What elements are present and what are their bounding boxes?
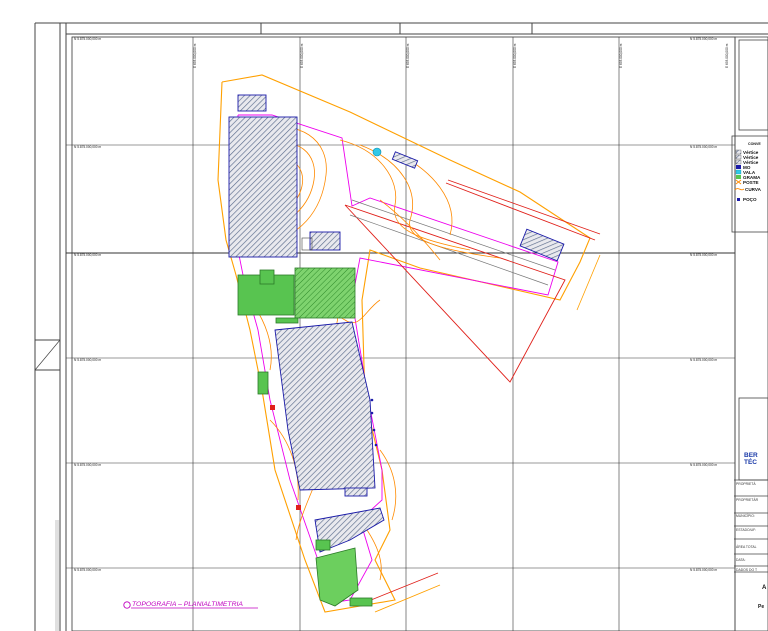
grid-label-left-4: N 5.875.000,000 m [74,463,101,467]
building-small-top [237,94,267,112]
legend: CONVE Vértice Vértice Vértice MO VALA GR… [734,142,762,202]
grid-label-col-6: E 693.000,000 m [725,43,729,68]
pole-symbol-3 [374,443,378,447]
building-left-large [228,116,298,258]
field-municipio: MUNICÍPIO: [736,514,755,518]
sheet-frame [34,22,768,631]
legend-heading: CONVE [748,142,761,146]
legend-swatch-vertice-1 [735,149,742,155]
title-block-heading-1: BER [744,452,758,459]
field-data: DATA: [736,558,746,562]
grass-bottom-3 [349,597,373,607]
map-frame [71,36,736,631]
grid-label-top-right: N 5.875.000,000 m [690,37,717,41]
grid-label-left-1: N 5.875.000,000 m [74,145,101,149]
pole-symbol-1 [370,411,374,415]
building-strip [391,151,419,169]
title-block-heading-2: TÉC [744,457,757,466]
drawing-title-group: TOPOGRAFIA – PLANIALTIMETRIA [123,601,258,609]
grid-label-right-2: N 5.875.000,000 m [690,253,717,257]
grid-labels: N 5.875.000,000 m N 5.875.000,000 m N 5.… [74,37,729,572]
legend-swatch-vala [735,169,742,175]
coordinate-grid [66,37,735,631]
grid-label-left-3: N 5.875.000,000 m [74,358,101,362]
grid-label-col-4: E 693.000,000 m [513,43,517,68]
building-notch [309,231,341,251]
grass-main [294,267,356,319]
building-lower-small [344,487,368,497]
sheet-letter: A [762,585,767,591]
legend-label-poste: POSTE [743,180,759,185]
grid-label-top-left: N 5.875.000,000 m [74,37,101,41]
legend-swatch-grama [736,175,741,179]
grid-label-left-5: N 5.875.000,000 m [74,568,101,572]
legend-poste-icon [735,179,742,185]
field-dados: DADOS DO T [736,568,757,572]
field-area-total: ÁREA TOTAL [736,545,757,549]
grid-label-col-2: E 693.000,000 m [300,43,304,68]
grid-label-right-1: N 5.875.000,000 m [690,145,717,149]
pole-symbol-2 [372,428,376,432]
grid-label-col-5: E 693.000,000 m [619,43,623,68]
grid-label-right-5: N 5.875.000,000 m [690,568,717,572]
legend-label-poco: POÇO [743,197,757,202]
pole-symbol-4 [370,398,374,402]
title-marker-icon [123,601,131,609]
water-well-symbol [372,147,382,157]
field-estado: ESTADO/UF: [736,528,756,532]
grid-label-right-4: N 5.875.000,000 m [690,463,717,467]
grass-strip-2 [257,371,269,395]
grass-small [259,269,275,285]
legend-swatch-mo [736,165,741,169]
legend-label-curva: CURVA [745,187,762,192]
legend-swatch-vertice-2 [735,154,742,160]
sheet-label: Pe [758,604,764,610]
binding-strip [55,520,59,631]
grass-bottom-2 [315,539,331,551]
legend-poco-icon [737,198,740,201]
legend-swatch-vertice-3 [735,159,742,165]
field-proprietario-1: PROPRIETÁ [736,482,756,486]
title-block: BER TÉC PROPRIETÁ PROPRIETÁR MUNICÍPIO: … [736,452,767,610]
grass-strip-1 [275,317,299,324]
grid-label-col-3: E 693.000,000 m [406,43,410,68]
marker-red-1 [270,405,275,410]
grid-label-col-1: E 693.000,000 m [193,43,197,68]
drawing-title: TOPOGRAFIA – PLANIALTIMETRIA [132,601,243,608]
grid-label-left-2: N 5.875.000,000 m [74,253,101,257]
field-proprietario-2: PROPRIETÁR [736,498,759,502]
grid-label-right-3: N 5.875.000,000 m [690,358,717,362]
legend-curva-icon [734,188,745,191]
marker-red-2 [296,505,301,510]
title-block-frame [731,36,768,631]
